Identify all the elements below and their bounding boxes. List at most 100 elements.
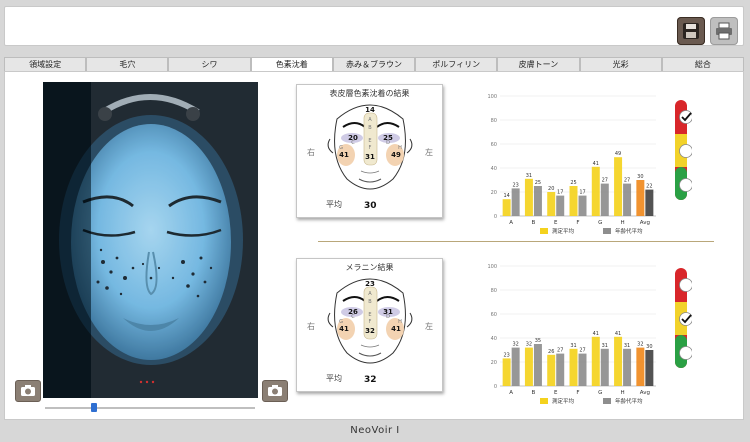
legend-label: 測定平均 [552, 397, 575, 405]
bar-measured [569, 186, 578, 216]
average-label: 平均 [326, 200, 342, 209]
zone-value-right-cheek: 49 [391, 151, 401, 159]
tab-5[interactable]: 赤み＆ブラウン [332, 57, 416, 71]
bar-measured [524, 347, 533, 386]
face-diagram: ABC DEFG H2326 3141 32 41 [327, 278, 413, 364]
bar-age-average [533, 344, 542, 386]
bar-age-average [578, 195, 587, 216]
zone-letter: E [368, 312, 371, 318]
face-result-card-melanin: メラニン結果 A B C D E F G H 23 26 31 41 32 41 右左平均 32 [296, 258, 443, 392]
indicator-green-radio[interactable] [679, 178, 693, 192]
bar-age-average [645, 350, 654, 386]
top-toolbar [4, 6, 744, 46]
status-indicator-melanin [675, 268, 693, 368]
indicator-red-radio[interactable] [679, 110, 693, 124]
bar-age-average [556, 195, 565, 216]
right-side-label: 右 [307, 322, 315, 331]
bar-value-label: 41 [593, 161, 599, 167]
indicator-green-radio[interactable] [679, 346, 693, 360]
print-button[interactable] [710, 17, 738, 45]
indicator-yellow-radio[interactable] [679, 144, 693, 158]
x-tick-label: H [621, 390, 625, 396]
camera-right-button[interactable] [262, 380, 288, 402]
camera-left-button[interactable] [15, 380, 41, 402]
zone-value-right-eye: 25 [383, 134, 393, 142]
tab-2[interactable]: 毛穴 [86, 57, 169, 71]
timeline-slider-track[interactable] [45, 407, 255, 409]
zone-value-right-eye: 31 [383, 308, 393, 316]
zone-value-right-cheek: 41 [391, 325, 401, 333]
bar-value-label: 23 [512, 182, 518, 188]
bar-value-label: 17 [579, 190, 585, 196]
zone-value-left-eye: 26 [348, 308, 358, 316]
bar-value-label: 27 [557, 348, 563, 354]
zone-letter: A [368, 117, 372, 123]
tab-7[interactable]: 皮膚トーン [497, 57, 580, 71]
x-tick-label: B [532, 220, 536, 226]
zone-letter: B [368, 299, 372, 305]
y-tick-label: 60 [491, 312, 497, 318]
bar-value-label: 31 [526, 173, 532, 179]
face-diagram: ABC DEFG H1420 2541 31 49 [327, 104, 413, 190]
bar-value-label: 31 [602, 343, 608, 349]
indicator-yellow-radio[interactable] [679, 312, 693, 326]
bar-age-average [511, 347, 520, 386]
bar-chart-epidermal: 0204060801001423A3125B2017E2517F4127G492… [487, 94, 656, 235]
face-photo [43, 82, 258, 398]
bar-age-average [578, 353, 587, 386]
tab-3[interactable]: シワ [168, 57, 251, 71]
tab-9[interactable]: 総合 [661, 57, 744, 71]
x-tick-label: G [598, 220, 602, 226]
x-tick-label: Avg [640, 220, 650, 226]
bar-age-average [623, 183, 632, 216]
bar-measured [636, 347, 645, 386]
printer-icon [716, 22, 732, 40]
bar-value-label: 32 [512, 342, 518, 348]
average-value: 30 [364, 201, 377, 211]
x-tick-label: E [554, 390, 558, 396]
tab-8[interactable]: 光彩 [579, 57, 662, 71]
bar-value-label: 25 [535, 180, 541, 186]
x-tick-label: B [532, 390, 536, 396]
bar-age-average [533, 186, 542, 216]
camera-icon [21, 385, 35, 396]
legend-label: 測定平均 [552, 227, 575, 235]
x-tick-label: F [576, 390, 579, 396]
y-tick-label: 40 [491, 166, 497, 172]
bar-age-average [511, 188, 520, 216]
bar-measured [636, 180, 645, 216]
y-tick-label: 100 [487, 264, 497, 270]
zone-letter: F [369, 319, 372, 325]
y-tick-label: 0 [494, 214, 497, 220]
status-indicator-epidermal [675, 100, 693, 200]
legend-label: 年齢代平均 [615, 227, 643, 235]
x-tick-label: E [554, 220, 558, 226]
x-tick-label: A [509, 220, 513, 226]
zone-value-left-cheek: 41 [339, 151, 349, 159]
y-tick-label: 100 [487, 94, 497, 100]
legend-swatch [540, 228, 548, 234]
timeline-slider-handle[interactable] [91, 403, 98, 412]
bar-measured [591, 336, 600, 386]
bar-age-average [645, 189, 654, 216]
tab-1[interactable]: 領域設定 [4, 57, 87, 71]
bar-measured [591, 166, 600, 216]
legend-swatch [603, 228, 611, 234]
bar-measured [547, 192, 556, 216]
y-tick-label: 20 [491, 190, 497, 196]
bar-measured [547, 354, 556, 386]
bar-value-label: 41 [615, 331, 621, 337]
camera-icon [268, 385, 282, 396]
bar-measured [524, 178, 533, 216]
tab-bar: 領域設定 毛穴 シワ 色素沈着 赤み＆ブラウン ポルフィリン 皮膚トーン 光彩 総合 [4, 57, 744, 71]
bar-value-label: 30 [646, 344, 652, 350]
face-result-card-epidermal: 表皮層色素沈着の結果 A B C D E F G H 14 20 25 41 31 49 右左平均 30 [296, 84, 443, 218]
save-button[interactable] [677, 17, 705, 45]
tab-4[interactable]: 色素沈着 [250, 57, 333, 71]
bar-value-label: 14 [503, 193, 509, 199]
bar-value-label: 17 [557, 190, 563, 196]
app-footer-title: NeoVoir I [350, 425, 400, 436]
legend-label: 年齢代平均 [615, 397, 643, 405]
tab-6[interactable]: ポルフィリン [415, 57, 498, 71]
indicator-red-radio[interactable] [679, 278, 693, 292]
